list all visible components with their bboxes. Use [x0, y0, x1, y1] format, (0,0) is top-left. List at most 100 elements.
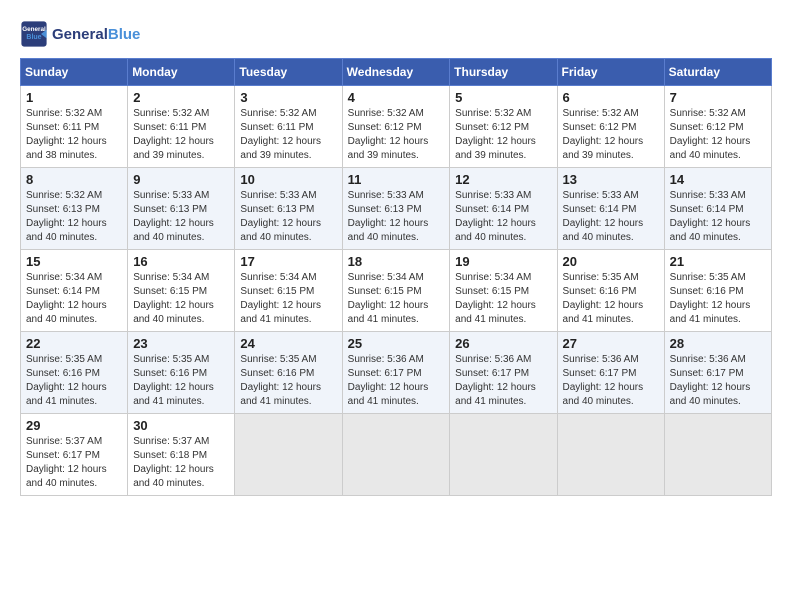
logo-text: GeneralBlue [52, 26, 140, 43]
calendar-cell: 22Sunrise: 5:35 AM Sunset: 6:16 PM Dayli… [21, 332, 128, 414]
calendar-cell [342, 414, 450, 496]
calendar-cell [450, 414, 557, 496]
svg-text:Blue: Blue [26, 34, 41, 41]
page-header: General Blue GeneralBlue [20, 20, 772, 48]
day-number: 13 [563, 172, 659, 187]
calendar-cell: 18 Sunrise: 5:34 AM Sunset: 6:15 PM Dayli… [342, 250, 450, 332]
weekday-header-wednesday: Wednesday [342, 59, 450, 86]
day-info: Sunrise: 5:34 AM Sunset: 6:15 PM Dayligh… [455, 271, 551, 327]
day-number: 17 [240, 254, 336, 269]
day-info: Sunrise: 5:34 AM Sunset: 6:14 PM Dayligh… [26, 271, 122, 327]
weekday-header-sunday: Sunday [21, 59, 128, 86]
calendar-week-row: 22 Sunrise: 5:35 AM Sunset: 6:16 PM Dayli… [21, 332, 772, 414]
day-number: 24 [240, 336, 336, 351]
svg-text:General: General [22, 26, 46, 33]
weekday-header-tuesday: Tuesday [235, 59, 342, 86]
day-info: Sunrise: 5:37 AM Sunset: 6:18 PM Dayligh… [133, 435, 229, 491]
day-info: Sunrise: 5:32 AM Sunset: 6:11 PM Dayligh… [133, 107, 229, 163]
logo-icon: General Blue [20, 20, 48, 48]
weekday-header-saturday: Saturday [664, 59, 771, 86]
day-number: 26 [455, 336, 551, 351]
day-info: Sunrise: 5:33 AM Sunset: 6:14 PM Dayligh… [455, 189, 551, 245]
day-number: 27 [563, 336, 659, 351]
day-info: Sunrise: 5:35 AM Sunset: 6:16 PM Dayligh… [240, 353, 336, 409]
calendar-cell: 4 Sunrise: 5:32 AM Sunset: 6:12 PM Daylig… [342, 86, 450, 168]
calendar-cell: 9 Sunrise: 5:33 AM Sunset: 6:13 PM Daylig… [128, 168, 235, 250]
calendar-cell [557, 414, 664, 496]
day-number: 19 [455, 254, 551, 269]
calendar-body: 1 Sunrise: 5:32 AM Sunset: 6:11 PM Daylig… [21, 86, 772, 496]
day-info: Sunrise: 5:33 AM Sunset: 6:13 PM Dayligh… [348, 189, 445, 245]
calendar-cell: 15 Sunrise: 5:34 AM Sunset: 6:14 PM Dayli… [21, 250, 128, 332]
day-info: Sunrise: 5:32 AM Sunset: 6:12 PM Dayligh… [670, 107, 766, 163]
calendar-cell: 5 Sunrise: 5:32 AM Sunset: 6:12 PM Daylig… [450, 86, 557, 168]
day-info: Sunrise: 5:36 AM Sunset: 6:17 PM Dayligh… [348, 353, 445, 409]
weekday-header-friday: Friday [557, 59, 664, 86]
day-number: 29 [26, 418, 122, 433]
day-number: 2 [133, 90, 229, 105]
day-number: 18 [348, 254, 445, 269]
day-info: Sunrise: 5:32 AM Sunset: 6:13 PM Dayligh… [26, 189, 122, 245]
calendar-cell: 2 Sunrise: 5:32 AM Sunset: 6:11 PM Daylig… [128, 86, 235, 168]
day-info: Sunrise: 5:35 AM Sunset: 6:16 PM Dayligh… [133, 353, 229, 409]
day-info: Sunrise: 5:32 AM Sunset: 6:12 PM Dayligh… [348, 107, 445, 163]
day-number: 8 [26, 172, 122, 187]
calendar-cell: 14Sunrise: 5:33 AM Sunset: 6:14 PM Dayli… [664, 168, 771, 250]
day-number: 16 [133, 254, 229, 269]
day-info: Sunrise: 5:36 AM Sunset: 6:17 PM Dayligh… [455, 353, 551, 409]
day-number: 15 [26, 254, 122, 269]
calendar-cell: 6 Sunrise: 5:32 AM Sunset: 6:12 PM Daylig… [557, 86, 664, 168]
calendar-cell: 30 Sunrise: 5:37 AM Sunset: 6:18 PM Dayli… [128, 414, 235, 496]
day-info: Sunrise: 5:32 AM Sunset: 6:12 PM Dayligh… [563, 107, 659, 163]
day-info: Sunrise: 5:33 AM Sunset: 6:13 PM Dayligh… [133, 189, 229, 245]
calendar-header-row: SundayMondayTuesdayWednesdayThursdayFrid… [21, 59, 772, 86]
calendar-cell: 27 Sunrise: 5:36 AM Sunset: 6:17 PM Dayli… [557, 332, 664, 414]
day-info: Sunrise: 5:34 AM Sunset: 6:15 PM Dayligh… [240, 271, 336, 327]
calendar-cell: 13 Sunrise: 5:33 AM Sunset: 6:14 PM Dayli… [557, 168, 664, 250]
day-number: 5 [455, 90, 551, 105]
calendar-cell: 19 Sunrise: 5:34 AM Sunset: 6:15 PM Dayli… [450, 250, 557, 332]
day-info: Sunrise: 5:32 AM Sunset: 6:11 PM Dayligh… [26, 107, 122, 163]
calendar-cell: 28 Sunrise: 5:36 AM Sunset: 6:17 PM Dayli… [664, 332, 771, 414]
calendar-cell: 25Sunrise: 5:36 AM Sunset: 6:17 PM Dayli… [342, 332, 450, 414]
day-number: 22 [26, 336, 122, 351]
calendar-cell [235, 414, 342, 496]
day-info: Sunrise: 5:34 AM Sunset: 6:15 PM Dayligh… [348, 271, 445, 327]
day-info: Sunrise: 5:36 AM Sunset: 6:17 PM Dayligh… [563, 353, 659, 409]
calendar-cell: 1 Sunrise: 5:32 AM Sunset: 6:11 PM Daylig… [21, 86, 128, 168]
day-number: 4 [348, 90, 445, 105]
day-info: Sunrise: 5:34 AM Sunset: 6:15 PM Dayligh… [133, 271, 229, 327]
weekday-header-monday: Monday [128, 59, 235, 86]
day-info: Sunrise: 5:36 AM Sunset: 6:17 PM Dayligh… [670, 353, 766, 409]
calendar-cell: 23 Sunrise: 5:35 AM Sunset: 6:16 PM Dayli… [128, 332, 235, 414]
day-number: 3 [240, 90, 336, 105]
day-info: Sunrise: 5:33 AM Sunset: 6:14 PM Dayligh… [563, 189, 659, 245]
calendar-cell: 11Sunrise: 5:33 AM Sunset: 6:13 PM Dayli… [342, 168, 450, 250]
calendar-week-row: 15 Sunrise: 5:34 AM Sunset: 6:14 PM Dayli… [21, 250, 772, 332]
day-info: Sunrise: 5:32 AM Sunset: 6:11 PM Dayligh… [240, 107, 336, 163]
weekday-header-thursday: Thursday [450, 59, 557, 86]
day-number: 23 [133, 336, 229, 351]
calendar-cell: 8 Sunrise: 5:32 AM Sunset: 6:13 PM Daylig… [21, 168, 128, 250]
calendar-cell: 10Sunrise: 5:33 AM Sunset: 6:13 PM Dayli… [235, 168, 342, 250]
day-number: 9 [133, 172, 229, 187]
calendar-cell: 12 Sunrise: 5:33 AM Sunset: 6:14 PM Dayli… [450, 168, 557, 250]
day-number: 30 [133, 418, 229, 433]
day-info: Sunrise: 5:32 AM Sunset: 6:12 PM Dayligh… [455, 107, 551, 163]
calendar-cell: 24 Sunrise: 5:35 AM Sunset: 6:16 PM Dayli… [235, 332, 342, 414]
calendar-cell: 21Sunrise: 5:35 AM Sunset: 6:16 PM Dayli… [664, 250, 771, 332]
day-number: 7 [670, 90, 766, 105]
day-number: 6 [563, 90, 659, 105]
calendar-week-row: 8 Sunrise: 5:32 AM Sunset: 6:13 PM Daylig… [21, 168, 772, 250]
day-info: Sunrise: 5:35 AM Sunset: 6:16 PM Dayligh… [563, 271, 659, 327]
calendar-cell: 17 Sunrise: 5:34 AM Sunset: 6:15 PM Dayli… [235, 250, 342, 332]
day-number: 12 [455, 172, 551, 187]
calendar-table: SundayMondayTuesdayWednesdayThursdayFrid… [20, 58, 772, 496]
day-number: 14 [670, 172, 766, 187]
day-number: 28 [670, 336, 766, 351]
calendar-cell: 16 Sunrise: 5:34 AM Sunset: 6:15 PM Dayli… [128, 250, 235, 332]
calendar-cell: 3 Sunrise: 5:32 AM Sunset: 6:11 PM Daylig… [235, 86, 342, 168]
day-number: 1 [26, 90, 122, 105]
calendar-cell: 26 Sunrise: 5:36 AM Sunset: 6:17 PM Dayli… [450, 332, 557, 414]
day-number: 20 [563, 254, 659, 269]
